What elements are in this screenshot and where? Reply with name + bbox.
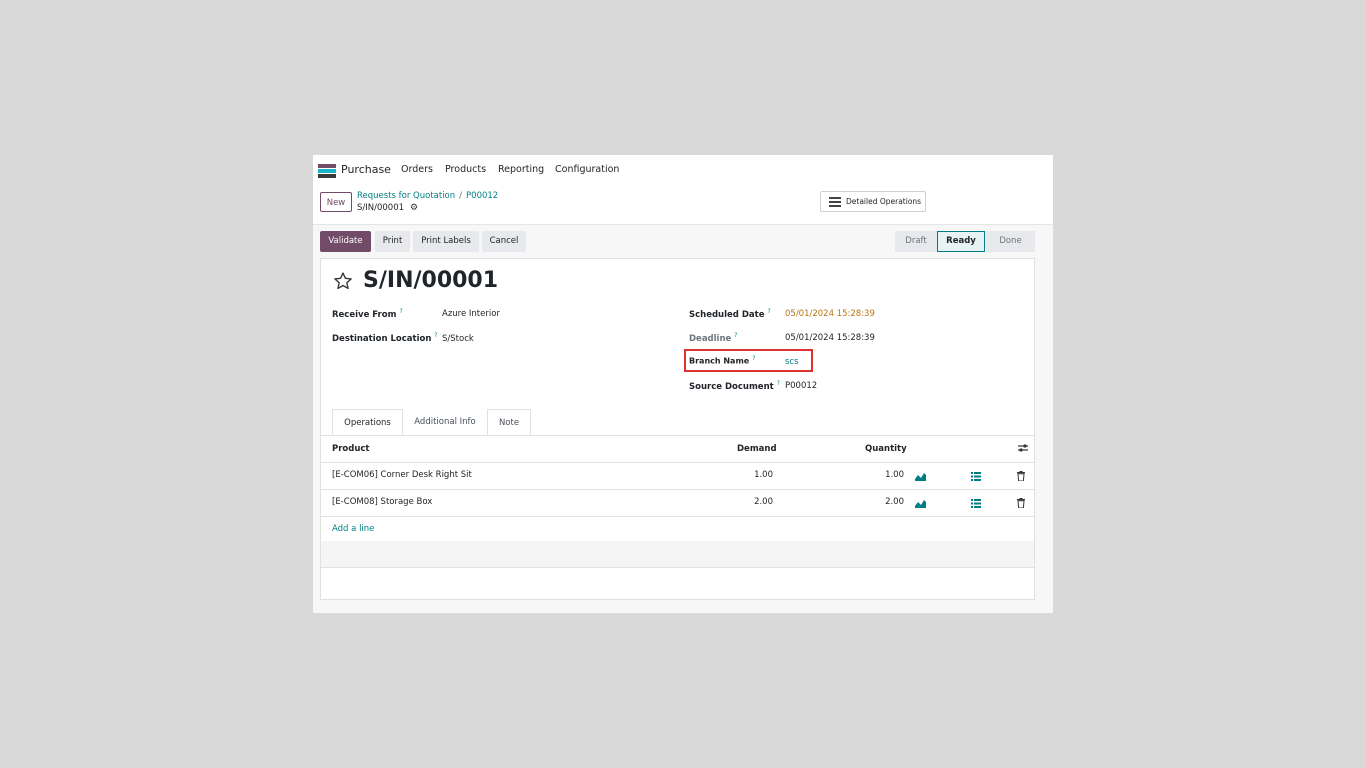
stage-draft[interactable]: Draft [895, 231, 937, 252]
print-button[interactable]: Print [375, 231, 410, 252]
detailed-operations-button[interactable]: Detailed Operations [820, 191, 926, 212]
help-icon[interactable]: ? [434, 332, 437, 339]
empty-row [321, 541, 1034, 567]
breadcrumb: Requests for Quotation / P00012 [357, 191, 498, 201]
breadcrumb-separator: / [459, 191, 463, 201]
stage-ready[interactable]: Ready [937, 231, 985, 252]
star-icon[interactable] [333, 271, 353, 291]
new-button[interactable]: New [320, 192, 352, 212]
column-quantity[interactable]: Quantity [865, 444, 907, 454]
row-divider [321, 516, 1034, 517]
highlight-box [684, 349, 813, 372]
tab-additional-info[interactable]: Additional Info [403, 409, 487, 435]
help-icon[interactable]: ? [734, 332, 737, 339]
help-icon[interactable]: ? [399, 308, 402, 315]
tab-divider [321, 435, 1034, 436]
scheduled-date-label: Scheduled Date? [689, 308, 771, 320]
forecast-chart-icon[interactable] [915, 499, 926, 508]
form-sheet: S/IN/00001 Receive From? Azure Interior … [320, 258, 1035, 600]
add-line-link[interactable]: Add a line [332, 524, 374, 534]
forecast-chart-icon[interactable] [915, 472, 926, 481]
row2-demand[interactable]: 2.00 [721, 497, 773, 507]
nav-configuration[interactable]: Configuration [555, 164, 619, 175]
row-divider [321, 489, 1034, 490]
purchase-app-icon[interactable] [318, 164, 336, 178]
row1-product[interactable]: [E-COM06] Corner Desk Right Sit [332, 470, 472, 480]
optional-columns-icon[interactable] [1018, 443, 1028, 453]
row1-quantity[interactable]: 1.00 [861, 470, 904, 480]
nav-orders[interactable]: Orders [401, 164, 433, 175]
row-divider [321, 462, 1034, 463]
column-product[interactable]: Product [332, 444, 370, 454]
app-window: Purchase Orders Products Reporting Confi… [313, 155, 1053, 613]
breadcrumb-po[interactable]: P00012 [466, 191, 498, 201]
cancel-button[interactable]: Cancel [482, 231, 526, 252]
row-divider [321, 567, 1034, 568]
source-document-label: Source Document? [689, 380, 780, 392]
receive-from-field[interactable]: Azure Interior [442, 309, 500, 319]
row1-demand[interactable]: 1.00 [721, 470, 773, 480]
nav-reporting[interactable]: Reporting [498, 164, 544, 175]
tab-operations[interactable]: Operations [332, 409, 403, 435]
menu-icon [829, 197, 841, 209]
source-document-field[interactable]: P00012 [785, 381, 817, 391]
app-name[interactable]: Purchase [341, 163, 391, 176]
page-title: S/IN/00001 [363, 268, 499, 293]
help-icon[interactable]: ? [767, 308, 770, 315]
destination-label: Destination Location? [332, 332, 438, 344]
row2-quantity[interactable]: 2.00 [861, 497, 904, 507]
receive-from-label: Receive From? [332, 308, 403, 320]
deadline-label: Deadline? [689, 332, 738, 344]
trash-icon[interactable] [1017, 471, 1025, 481]
breadcrumb-rfq[interactable]: Requests for Quotation [357, 191, 455, 201]
gear-icon[interactable]: ⚙ [410, 203, 418, 213]
scheduled-date-field[interactable]: 05/01/2024 15:28:39 [785, 309, 875, 319]
detailed-list-icon[interactable] [971, 472, 981, 481]
trash-icon[interactable] [1017, 498, 1025, 508]
detailed-operations-label: Detailed Operations [846, 197, 922, 206]
stage-done[interactable]: Done [986, 231, 1035, 252]
row2-product[interactable]: [E-COM08] Storage Box [332, 497, 432, 507]
column-demand[interactable]: Demand [737, 444, 777, 454]
record-name-text: S/IN/00001 [357, 203, 405, 213]
print-labels-button[interactable]: Print Labels [413, 231, 479, 252]
tab-note[interactable]: Note [487, 409, 531, 435]
deadline-field[interactable]: 05/01/2024 15:28:39 [785, 333, 875, 343]
destination-field[interactable]: S/Stock [442, 334, 474, 344]
validate-button[interactable]: Validate [320, 231, 371, 252]
detailed-list-icon[interactable] [971, 499, 981, 508]
help-icon[interactable]: ? [777, 380, 780, 387]
top-navbar: Purchase Orders Products Reporting Confi… [313, 155, 1053, 185]
nav-products[interactable]: Products [445, 164, 486, 175]
record-name: S/IN/00001 ⚙ [357, 203, 418, 213]
